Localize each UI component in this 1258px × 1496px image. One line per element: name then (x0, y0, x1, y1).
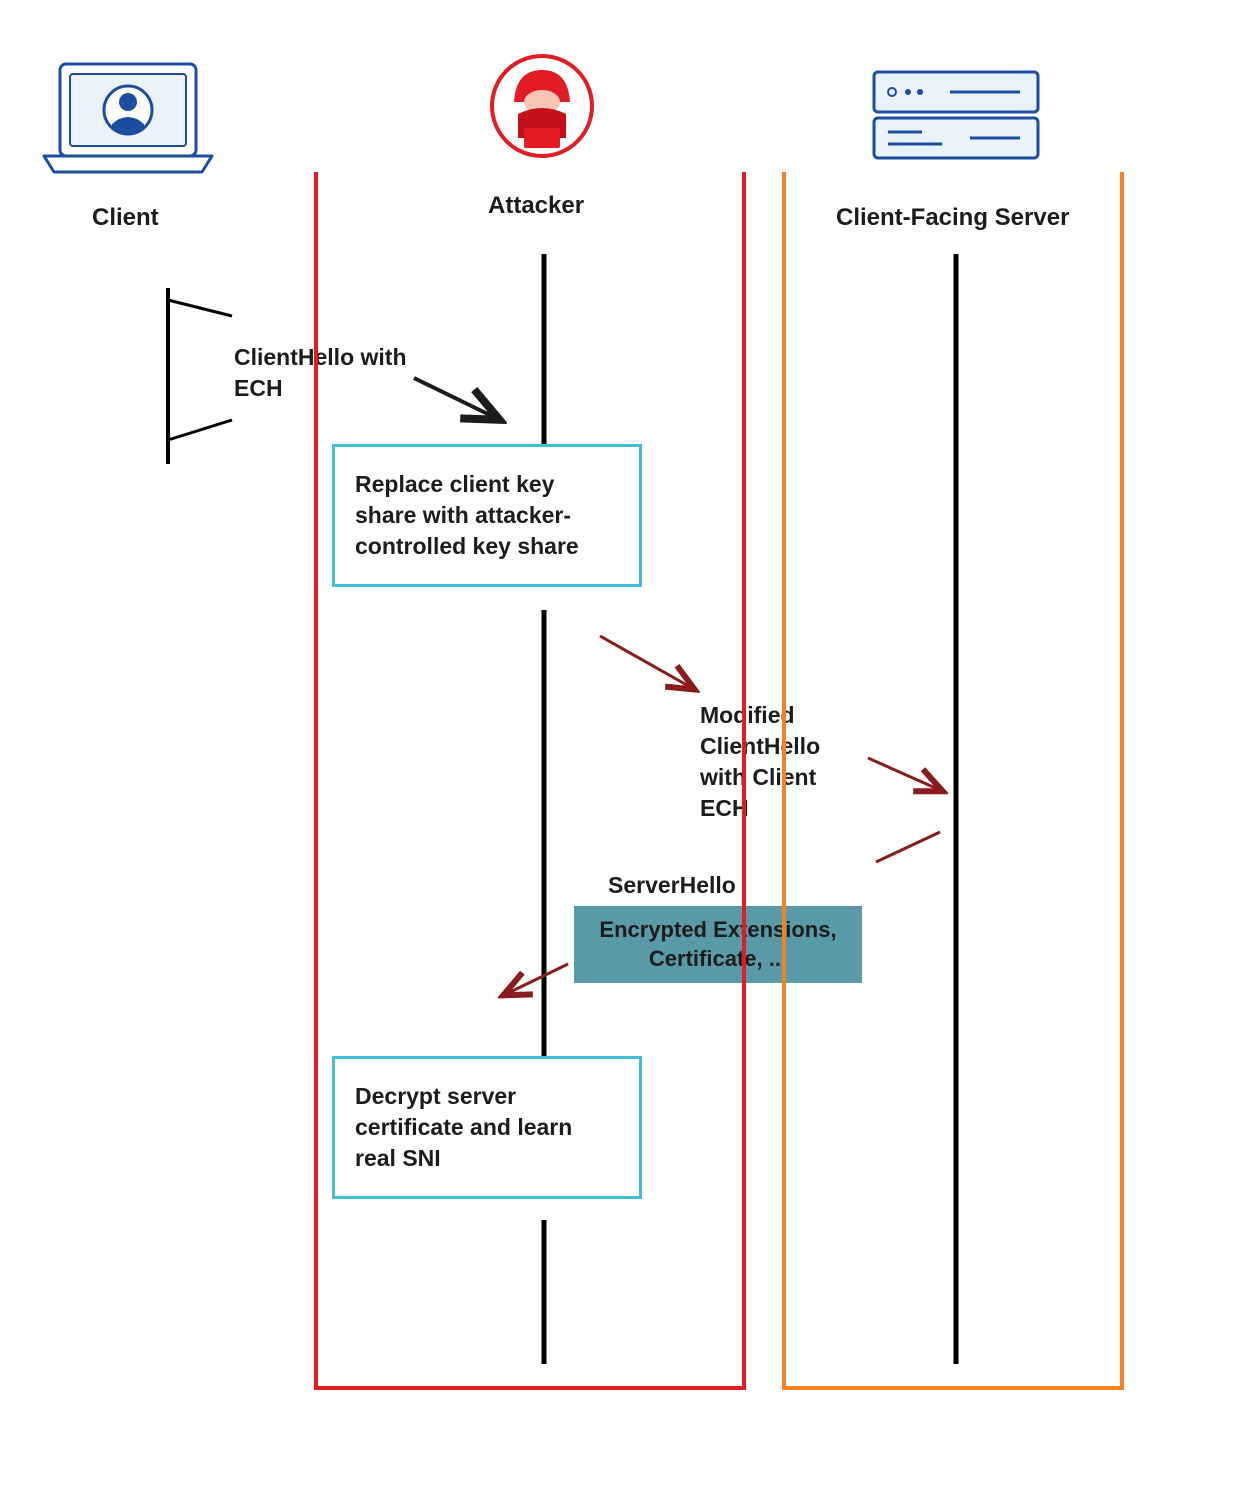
client-laptop-icon (38, 58, 218, 178)
server-label: Client-Facing Server (836, 204, 1069, 232)
msg-client-hello: ClientHello with ECH (234, 342, 414, 404)
diagram-canvas: Client Attacker Client-Facing Server Cli… (0, 0, 1258, 1496)
attacker-icon (484, 52, 600, 172)
attacker-label: Attacker (488, 192, 584, 220)
client-label: Client (92, 204, 159, 232)
attacker-replace-box: Replace client key share with attacker-c… (332, 444, 642, 587)
attacker-decrypt-box: Decrypt server certificate and learn rea… (332, 1056, 642, 1199)
msg-modified-hello: Modified ClientHello with Client ECH (700, 700, 870, 824)
msg-server-hello: ServerHello (608, 870, 736, 901)
encrypted-extensions-box: Encrypted Extensions, Certificate, ... (574, 906, 862, 983)
server-icon (870, 68, 1042, 164)
